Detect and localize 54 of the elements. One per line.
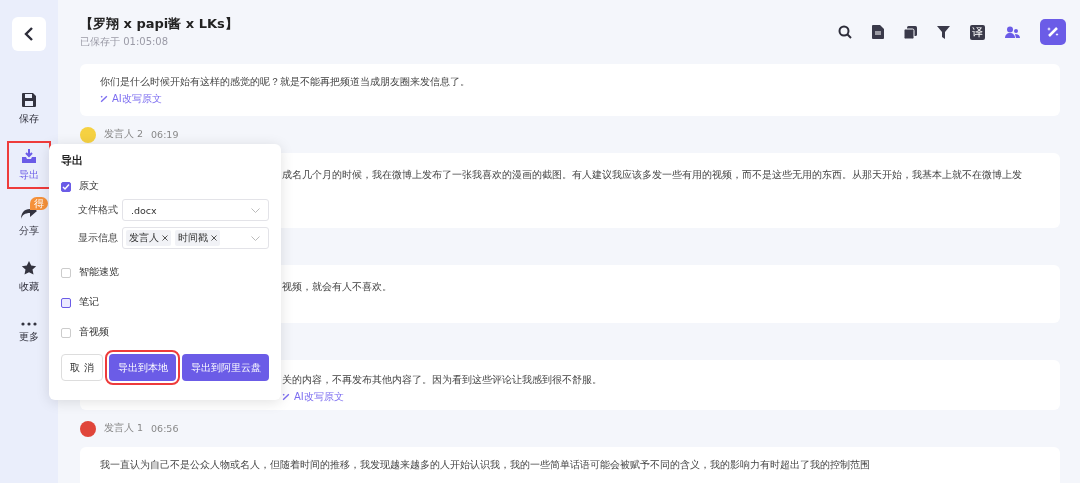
transcript-text: 视频，就会有人不喜欢。 [282,280,393,294]
info-select[interactable]: 发言人 时间戳 [122,227,269,249]
copy-icon[interactable] [904,25,917,39]
transcript-text: 成名几个月的时候，我在微博上发布了一张我喜欢的漫画的截图。有人建议我应该多发一些有用的视频，而不是这些无用的东西。从那天开始，我基本上就不在微博上发 [282,168,1023,182]
export-button[interactable]: 导出到阿里云盘 [182,354,269,381]
checkbox-option[interactable]: 音视频 [61,326,269,339]
wand-icon [100,95,108,103]
sidebar-item[interactable]: 更多 [9,311,49,355]
field-label: 文件格式 [78,203,119,217]
back-icon [24,27,34,41]
field-label: 显示信息 [78,231,119,245]
people-icon[interactable] [1005,25,1020,39]
search-icon[interactable] [838,25,852,39]
speaker-name: 发言人 1 [104,422,144,435]
sidebar-item[interactable]: 导出 [9,143,49,187]
star-icon [21,260,37,276]
ai-rewrite-link[interactable]: AI改写原文 [282,390,1040,404]
magic-wand-button[interactable] [1040,19,1066,45]
wand-icon [282,393,290,401]
chevron-icon [251,207,260,213]
sidebar-item[interactable]: 保存 [9,87,49,131]
speaker-name: 发言人 2 [104,128,144,141]
ai-rewrite-link[interactable]: AI改写原文 [100,92,1040,106]
save-icon [21,92,37,108]
download-icon [21,148,37,164]
timestamp: 06:19 [151,129,179,140]
cancel-button[interactable]: 取 消 [61,354,103,381]
translate-button[interactable]: 译 [970,24,985,40]
sidebar-item[interactable]: 收藏 [9,255,49,299]
checkbox-option[interactable]: 智能速览 [61,266,269,279]
filter-icon[interactable] [937,25,950,39]
checkbox[interactable] [61,297,71,308]
remove-icon[interactable] [211,235,217,241]
saved-time: 已保存于 01:05:08 [80,35,170,49]
document-title: 【罗翔 x papi酱 x LKs】 [80,15,238,33]
timestamp: 06:56 [151,423,179,434]
checkbox-option[interactable]: 笔记 [61,296,269,309]
checkbox-option[interactable]: 原文 [61,180,269,193]
transcript-text: 我一直认为自己不是公众人物或名人，但随着时间的推移，我发现越来越多的人开始认识我，我的一些简单话语可能会被赋予不同的含义，我的影响力有时超出了我的控制范围 [100,458,871,472]
chevron-icon [251,235,260,241]
transcript-text: 你们是什么时候开始有这样的感觉的呢？就是不能再把频道当成朋友圈来发信息了。 [100,75,471,89]
sidebar-item[interactable]: 得 分享 [9,199,49,243]
badge: 得 [30,197,48,210]
wand-icon [1046,25,1060,39]
checkbox[interactable] [61,181,71,192]
tag[interactable]: 时间戳 [175,230,220,246]
remove-icon[interactable] [162,235,168,241]
dialog-title: 导出 [61,154,84,168]
more-icon [21,322,37,326]
tag[interactable]: 发言人 [126,230,171,246]
document-icon[interactable] [872,25,884,39]
back-button[interactable] [12,17,46,51]
format-select[interactable]: .docx [122,199,269,221]
transcript-text: 关的内容，不再发布其他内容了。因为看到这些评论让我感到很不舒服。 [282,373,603,387]
